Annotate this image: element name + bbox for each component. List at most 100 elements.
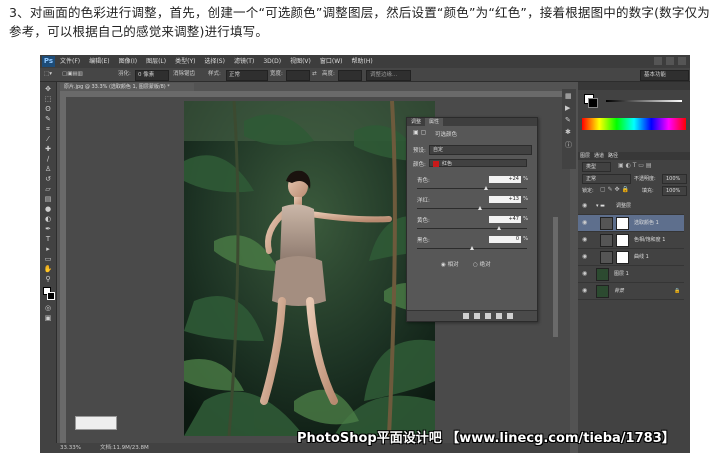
preset-select[interactable]: 自定 bbox=[429, 145, 532, 155]
clone-panel-icon[interactable]: ✱ bbox=[565, 128, 571, 136]
layer-row-hue-saturation[interactable]: ◉ 色相/饱和度 1 bbox=[578, 232, 684, 249]
move-tool-icon[interactable]: ✥ bbox=[43, 85, 53, 93]
brush-panel-icon[interactable]: ✎ bbox=[565, 116, 571, 124]
tab-adjustments[interactable]: 调整 bbox=[407, 118, 425, 126]
height-input[interactable] bbox=[338, 70, 362, 81]
eyedropper-icon[interactable]: ⁄ bbox=[43, 135, 53, 143]
black-input[interactable]: 0 bbox=[489, 236, 521, 243]
tab-properties[interactable]: 属性 bbox=[425, 118, 444, 126]
info-panel-icon[interactable]: ⓘ bbox=[565, 140, 572, 150]
view-previous-icon[interactable] bbox=[474, 313, 480, 319]
menu-3d[interactable]: 3D(D) bbox=[263, 55, 281, 68]
layer-kind-filter[interactable]: 类型 bbox=[582, 162, 611, 172]
magenta-slider[interactable] bbox=[417, 206, 527, 210]
scroll-thumb[interactable] bbox=[553, 217, 558, 337]
history-panel-icon[interactable]: ▦ bbox=[565, 92, 572, 100]
doc-size[interactable]: 文档:11.9M/23.8M bbox=[100, 443, 149, 453]
workspace-select[interactable]: 基本功能 bbox=[640, 70, 689, 81]
pen-icon[interactable]: ✒ bbox=[43, 225, 53, 233]
swap-icon[interactable]: ⇄ bbox=[312, 68, 317, 81]
close-button[interactable] bbox=[678, 57, 686, 65]
tab-channels[interactable]: 通道 bbox=[594, 152, 604, 160]
magenta-slider-thumb[interactable] bbox=[478, 206, 482, 210]
yellow-input[interactable]: +47 bbox=[489, 216, 521, 223]
magenta-input[interactable]: +13 bbox=[489, 196, 521, 203]
canvas-vertical-scrollbar[interactable] bbox=[552, 97, 559, 443]
layer-row-curves[interactable]: ◉ 曲线 1 bbox=[578, 249, 684, 266]
zoom-icon[interactable]: ⚲ bbox=[43, 275, 53, 283]
eye-icon[interactable]: ◉ bbox=[582, 266, 587, 282]
navigation-widget[interactable] bbox=[75, 416, 117, 430]
method-absolute-radio[interactable]: ○ 绝对 bbox=[473, 260, 491, 268]
menu-layer[interactable]: 图层(L) bbox=[146, 55, 166, 68]
hand-icon[interactable]: ✋ bbox=[43, 265, 53, 273]
selection-mode-icons[interactable]: ▢▣▤▥ bbox=[62, 68, 83, 81]
clip-to-layer-icon[interactable] bbox=[463, 313, 469, 319]
brush-icon[interactable]: ∕ bbox=[43, 155, 53, 163]
menu-file[interactable]: 文件(F) bbox=[60, 55, 80, 68]
feather-input[interactable]: 0 像素 bbox=[135, 70, 169, 81]
opacity-input[interactable]: 100% bbox=[662, 174, 687, 184]
background-swatch-icon[interactable] bbox=[588, 98, 598, 108]
layer-row-background[interactable]: ◉ 背景 🔒 bbox=[578, 283, 684, 300]
menu-edit[interactable]: 编辑(E) bbox=[89, 55, 109, 68]
actions-panel-icon[interactable]: ▶ bbox=[565, 104, 570, 112]
eye-icon[interactable]: ◉ bbox=[582, 249, 587, 265]
eye-icon[interactable]: ◉ bbox=[582, 215, 587, 231]
style-select[interactable]: 正常 bbox=[226, 70, 268, 81]
screen-mode-icon[interactable]: ▣ bbox=[43, 314, 53, 322]
eye-icon[interactable]: ◉ bbox=[582, 198, 587, 214]
cyan-slider-thumb[interactable] bbox=[484, 186, 488, 190]
minimize-button[interactable] bbox=[654, 57, 662, 65]
gradient-icon[interactable]: ▤ bbox=[43, 195, 53, 203]
eraser-icon[interactable]: ▱ bbox=[43, 185, 53, 193]
black-slider-thumb[interactable] bbox=[470, 246, 474, 250]
menu-help[interactable]: 帮助(H) bbox=[352, 55, 373, 68]
shape-icon[interactable]: ▭ bbox=[43, 255, 53, 263]
layer-row-group[interactable]: ◉ ▾ ▬ 调整层 bbox=[578, 198, 684, 215]
history-brush-icon[interactable]: ↺ bbox=[43, 175, 53, 183]
filter-icons[interactable]: ▣ ◐ T ▭ ▤ bbox=[618, 162, 652, 169]
healing-icon[interactable]: ✚ bbox=[43, 145, 53, 153]
yellow-slider[interactable] bbox=[417, 226, 527, 230]
color-slider[interactable] bbox=[606, 100, 682, 102]
layer-row-selective-color[interactable]: ◉ 选取颜色 1 bbox=[578, 215, 684, 232]
tab-paths[interactable]: 路径 bbox=[608, 152, 618, 160]
stamp-icon[interactable]: ♙ bbox=[43, 165, 53, 173]
cyan-input[interactable]: +24 bbox=[489, 176, 521, 183]
blur-icon[interactable]: ● bbox=[43, 205, 53, 213]
quick-mask-icon[interactable]: ◎ bbox=[43, 304, 53, 312]
menu-window[interactable]: 窗口(W) bbox=[320, 55, 343, 68]
type-tool-icon[interactable]: T bbox=[43, 235, 53, 243]
delete-icon[interactable] bbox=[507, 313, 513, 319]
visibility-icon[interactable] bbox=[496, 313, 502, 319]
menu-type[interactable]: 类型(Y) bbox=[175, 55, 195, 68]
fill-input[interactable]: 100% bbox=[662, 186, 687, 196]
width-input[interactable] bbox=[286, 70, 310, 81]
menu-select[interactable]: 选择(S) bbox=[204, 55, 225, 68]
menu-filter[interactable]: 滤镜(T) bbox=[234, 55, 254, 68]
blend-mode-select[interactable]: 正常 bbox=[582, 174, 631, 184]
color-spectrum[interactable] bbox=[582, 118, 686, 130]
yellow-slider-thumb[interactable] bbox=[497, 226, 501, 230]
dodge-icon[interactable]: ◐ bbox=[43, 215, 53, 223]
quick-select-icon[interactable]: ✎ bbox=[43, 115, 53, 123]
marquee-icon[interactable]: ⬚ bbox=[43, 95, 53, 103]
background-color-icon[interactable] bbox=[47, 292, 55, 300]
refine-edge-button[interactable]: 调整边缘... bbox=[366, 70, 411, 81]
maximize-button[interactable] bbox=[666, 57, 674, 65]
antialias-checkbox[interactable]: 消除锯齿 bbox=[173, 68, 195, 81]
layer-row-layer1[interactable]: ◉ 图层 1 bbox=[578, 266, 684, 283]
tab-layers[interactable]: 图层 bbox=[580, 152, 590, 160]
reset-icon[interactable] bbox=[485, 313, 491, 319]
document-photo[interactable] bbox=[184, 101, 435, 436]
crop-icon[interactable]: ⌗ bbox=[43, 125, 53, 133]
color-select[interactable]: 红色 bbox=[429, 159, 527, 167]
lock-icons[interactable]: ▢ ✎ ✥ 🔒 bbox=[600, 186, 629, 193]
cyan-slider[interactable] bbox=[417, 186, 527, 190]
menu-image[interactable]: 图像(I) bbox=[119, 55, 137, 68]
method-relative-radio[interactable]: ◉ 相对 bbox=[441, 260, 459, 268]
menu-view[interactable]: 视图(V) bbox=[290, 55, 311, 68]
lasso-icon[interactable]: ʘ bbox=[43, 105, 53, 113]
black-slider[interactable] bbox=[417, 246, 527, 250]
